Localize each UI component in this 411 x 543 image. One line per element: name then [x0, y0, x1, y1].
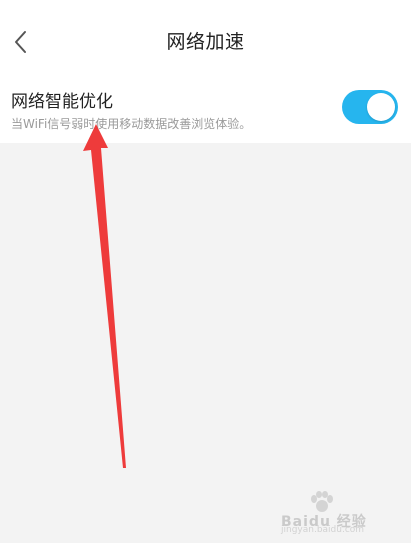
- watermark-domain: jingyan.baidu.com: [281, 525, 365, 535]
- red-arrow-annotation: [83, 124, 126, 468]
- baidu-jingyan-watermark: Baidu 经验 jingyan.baidu.com: [281, 491, 399, 535]
